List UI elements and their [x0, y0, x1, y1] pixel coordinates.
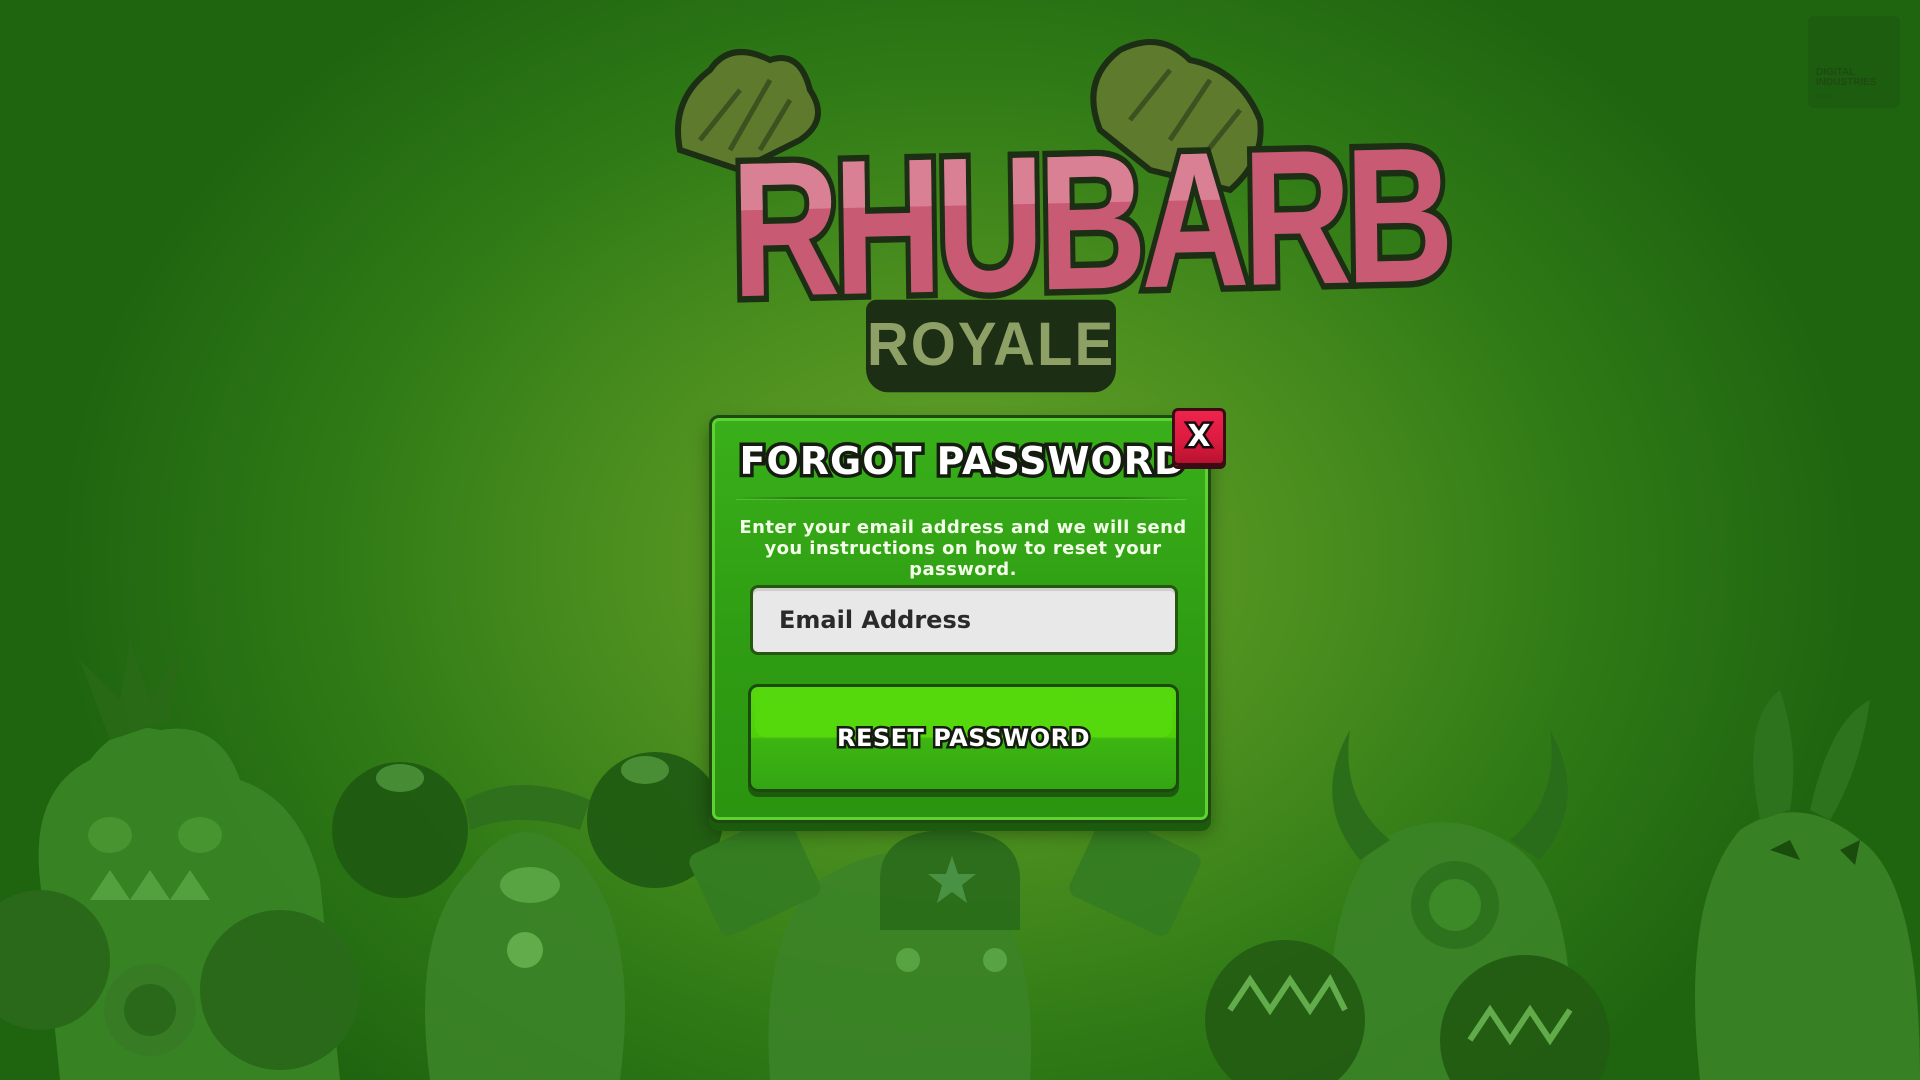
- reset-password-label: RESET PASSWORD: [834, 722, 1092, 755]
- studio-badge-sublabel: ▭▭: [1816, 91, 1832, 100]
- modal-divider: [736, 497, 1186, 499]
- game-logo: RHUBARB RHUBARB ROYALE: [670, 30, 1455, 393]
- modal-title: FORGOT PASSWORD: [736, 436, 1189, 487]
- email-field[interactable]: [750, 585, 1178, 655]
- close-button[interactable]: X: [1172, 408, 1226, 466]
- studio-badge-label: DIGITAL INDUSTRIES: [1816, 67, 1877, 88]
- logo-subtitle: ROYALE: [866, 299, 1116, 393]
- modal-description: Enter your email address and we will sen…: [739, 517, 1187, 580]
- reset-password-button[interactable]: RESET PASSWORD: [748, 684, 1179, 792]
- studio-badge: DIGITAL INDUSTRIES ▭▭: [1808, 16, 1900, 108]
- close-icon: X: [1185, 417, 1213, 457]
- login-screen: DIGITAL INDUSTRIES ▭▭ RHUBARB RHUBARB RO…: [0, 0, 1920, 1080]
- forgot-password-modal: FORGOT PASSWORD Enter your email address…: [709, 415, 1211, 823]
